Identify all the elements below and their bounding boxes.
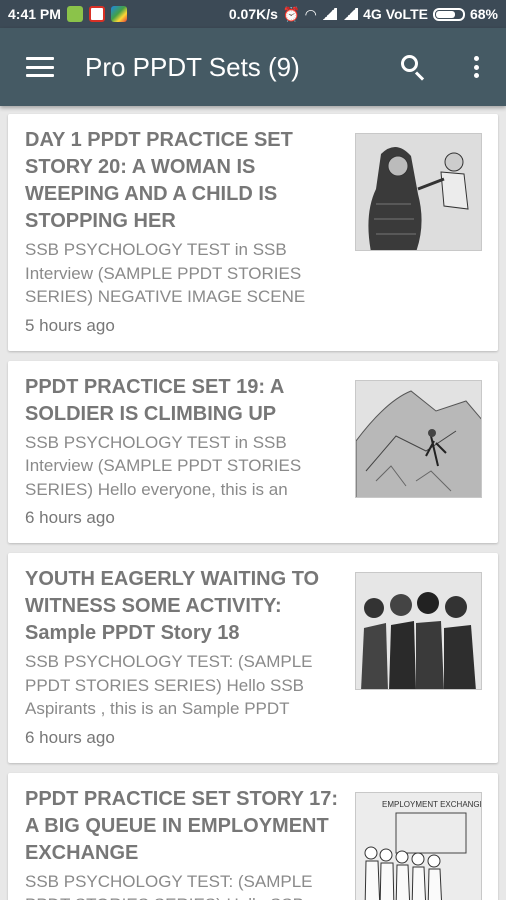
post-snippet: SSB PSYCHOLOGY TEST: (SAMPLE PPDT STORIE… (25, 871, 313, 900)
post-title[interactable]: PPDT PRACTICE SET STORY 17: A BIG QUEUE … (25, 786, 340, 867)
network-type: 4G VoLTE (363, 6, 428, 22)
post-card[interactable]: PPDT PRACTICE SET 19: A SOLDIER IS CLIMB… (8, 360, 498, 543)
gmail-notification-icon (88, 6, 105, 22)
post-thumbnail[interactable] (355, 133, 482, 251)
play-store-notification-icon (110, 6, 127, 22)
battery-icon (432, 7, 465, 21)
wifi-icon: ◠ (305, 5, 317, 22)
android-notification-icon (66, 6, 83, 22)
battery-percent: 68% (469, 6, 498, 22)
post-list: DAY 1 PPDT PRACTICE SET STORY 20: A WOMA… (8, 114, 498, 900)
post-time: 6 hours ago (25, 727, 115, 747)
alarm-icon: ⏰ (282, 5, 301, 22)
battery-fill (435, 10, 455, 18)
post-title[interactable]: YOUTH EAGERLY WAITING TO WITNESS SOME AC… (25, 566, 340, 647)
post-snippet: SSB PSYCHOLOGY TEST in SSB Interview (SA… (25, 240, 306, 306)
menu-icon[interactable] (26, 57, 54, 77)
more-options-icon[interactable] (464, 52, 488, 82)
post-snippet: SSB PSYCHOLOGY TEST: (SAMPLE PPDT STORIE… (25, 652, 313, 718)
status-time: 4:41 PM (8, 6, 61, 22)
post-title[interactable]: PPDT PRACTICE SET 19: A SOLDIER IS CLIMB… (25, 374, 340, 428)
post-time: 6 hours ago (25, 508, 115, 527)
post-time: 5 hours ago (25, 315, 115, 335)
post-title[interactable]: DAY 1 PPDT PRACTICE SET STORY 20: A WOMA… (25, 127, 340, 235)
post-snippet: SSB PSYCHOLOGY TEST in SSB Interview (SA… (25, 432, 302, 499)
status-bar: 4:41 PM 0.07K/s ⏰ ◠ 4G VoLTE 68% (0, 0, 506, 28)
thumbnail-caption: EMPLOYMENT EXCHANGE (382, 800, 482, 809)
post-thumbnail[interactable] (355, 379, 482, 498)
post-thumbnail[interactable] (355, 572, 482, 690)
network-speed: 0.07K/s (228, 6, 278, 22)
app-bar: Pro PPDT Sets (9) (0, 28, 506, 106)
post-card[interactable]: YOUTH EAGERLY WAITING TO WITNESS SOME AC… (8, 553, 498, 763)
page-title: Pro PPDT Sets (9) (85, 51, 300, 82)
post-thumbnail[interactable]: EMPLOYMENT EXCHANGE (355, 791, 482, 900)
search-icon[interactable] (398, 52, 428, 82)
post-card[interactable]: DAY 1 PPDT PRACTICE SET STORY 20: A WOMA… (8, 114, 498, 351)
signal-icon-2 (342, 8, 359, 20)
post-card[interactable]: PPDT PRACTICE SET STORY 17: A BIG QUEUE … (8, 772, 498, 900)
signal-icon (321, 8, 338, 20)
